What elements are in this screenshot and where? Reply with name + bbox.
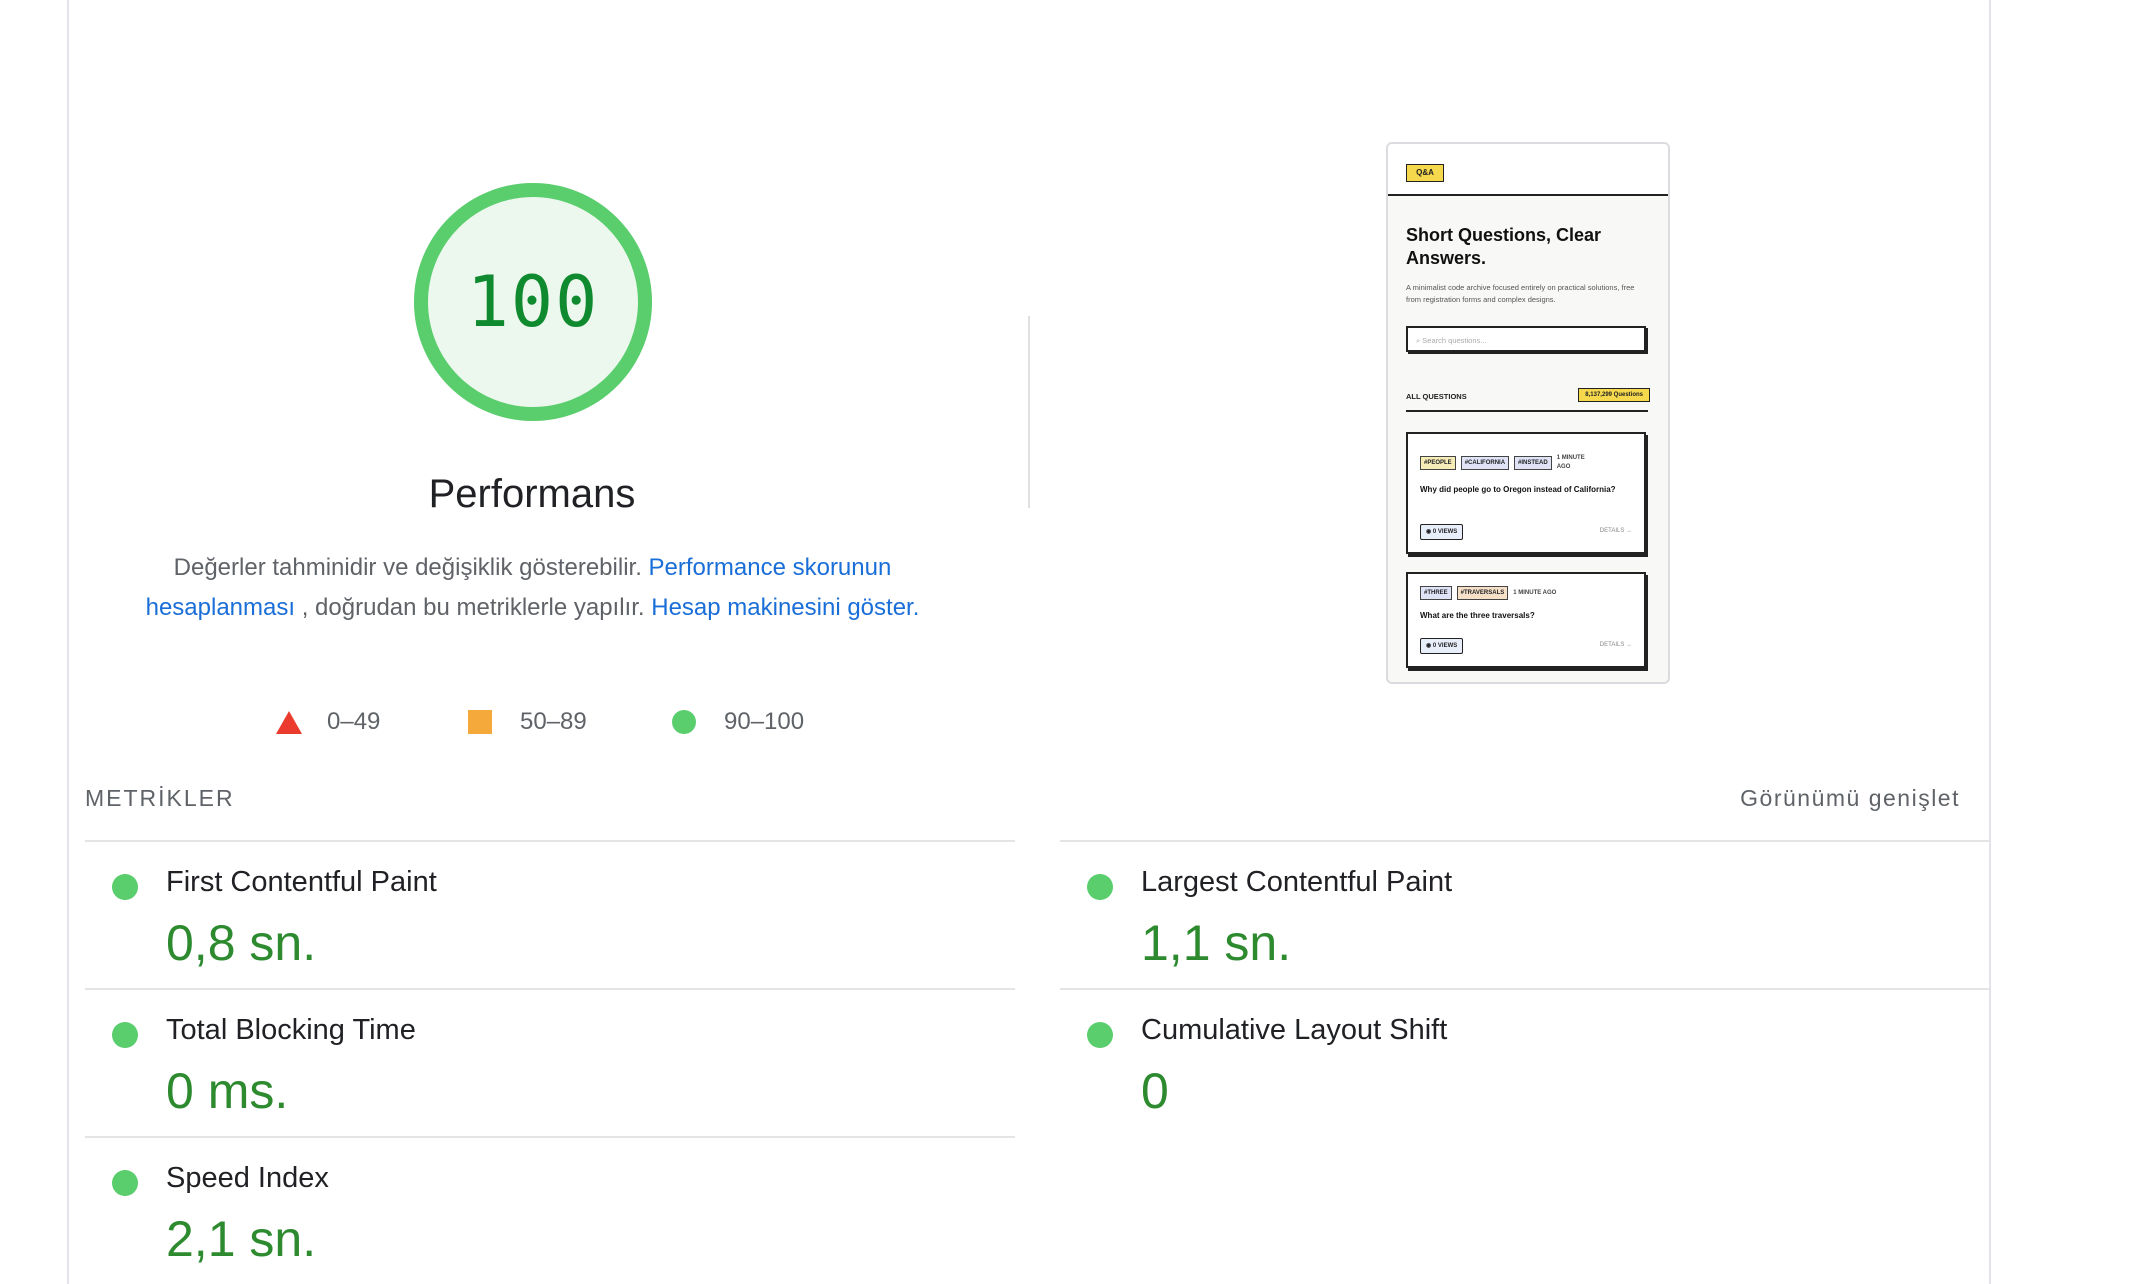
metric-title: Largest Contentful Paint — [1141, 866, 1453, 898]
thumb-time: 1 MINUTE AGO — [1513, 590, 1557, 596]
legend-range-pass: 90–100 — [724, 708, 805, 735]
metrics-header: METRİKLER — [85, 785, 235, 811]
metrics-divider — [85, 1136, 1015, 1138]
thumb-card: #THREE #TRAVERSALS 1 MINUTE AGO What are… — [1406, 572, 1646, 668]
eye-icon: ◉ — [1426, 643, 1433, 649]
performance-score-value: 100 — [466, 261, 600, 343]
metric-value: 0 ms. — [166, 1063, 289, 1119]
final-screenshot[interactable]: Q&A Short Questions, Clear Answers. A mi… — [1386, 142, 1670, 684]
thumb-header: Q&A — [1388, 144, 1668, 196]
score-description: Değerler tahminidir ve değişiklik göster… — [135, 548, 930, 628]
thumb-views-label: 0 VIEWS — [1432, 529, 1458, 535]
thumb-views-label: 0 VIEWS — [1432, 643, 1458, 649]
thumb-views: ◉ 0 VIEWS — [1420, 638, 1464, 654]
thumb-logo: Q&A — [1406, 164, 1444, 182]
thumb-time: 1 MINUTE AGO — [1556, 455, 1585, 470]
thumb-details: DETAILS → — [1599, 642, 1632, 648]
thumb-subtitle: A minimalist code archive focused entire… — [1406, 283, 1635, 304]
pass-circle-icon — [112, 874, 138, 900]
metrics-divider — [1060, 840, 1990, 842]
circle-icon — [672, 710, 696, 734]
description-text-2: , doğrudan bu metriklerle yapılır. — [301, 594, 645, 621]
eye-icon: ◉ — [1426, 529, 1433, 535]
category-title: Performans — [428, 472, 636, 516]
legend-item-average: 50–89 — [468, 708, 587, 736]
pass-circle-icon — [112, 1022, 138, 1048]
expand-view-button[interactable]: Görünümü genişlet — [1740, 785, 1960, 812]
metric-value: 0 — [1141, 1063, 1169, 1119]
metrics-divider — [85, 988, 1015, 990]
calculator-link[interactable]: Hesap makinesini göster. — [651, 594, 919, 621]
legend-range-fail: 0–49 — [327, 708, 381, 735]
frame-right-border — [1989, 0, 1991, 1284]
thumb-tag: #TRAVERSALS — [1456, 586, 1509, 600]
metrics-divider — [85, 840, 1015, 842]
metric-title: Total Blocking Time — [166, 1014, 416, 1046]
frame-left-border — [67, 0, 69, 1284]
thumb-question: What are the three traversals? — [1420, 611, 1535, 620]
triangle-icon — [276, 710, 302, 734]
metrics-divider — [1060, 988, 1990, 990]
thumb-card-tags: #PEOPLE #CALIFORNIA #INSTEAD 1 MINUTE AG… — [1420, 454, 1595, 472]
vertical-divider — [1028, 316, 1030, 508]
thumb-card: #PEOPLE #CALIFORNIA #INSTEAD 1 MINUTE AG… — [1406, 432, 1646, 554]
metric-value: 0,8 sn. — [166, 915, 317, 971]
score-legend: 0–49 50–89 90–100 — [0, 708, 1068, 742]
thumb-title: Short Questions, Clear Answers. — [1406, 225, 1602, 268]
description-text-1: Değerler tahminidir ve değişiklik göster… — [173, 554, 642, 581]
metric-value: 2,1 sn. — [166, 1211, 317, 1267]
pass-circle-icon — [1087, 1022, 1113, 1048]
thumb-tag: #INSTEAD — [1514, 456, 1552, 470]
thumb-tag: #PEOPLE — [1420, 456, 1456, 470]
metric-title: First Contentful Paint — [166, 866, 437, 898]
thumb-search-input: ⌕ Search questions... — [1406, 326, 1646, 352]
thumb-question: Why did people go to Oregon instead of C… — [1420, 485, 1616, 494]
thumb-views: ◉ 0 VIEWS — [1420, 524, 1464, 540]
metric-title: Cumulative Layout Shift — [1141, 1014, 1448, 1046]
performance-score-gauge[interactable]: 100 — [411, 180, 655, 424]
square-icon — [468, 710, 492, 734]
metric-title: Speed Index — [166, 1162, 329, 1194]
pass-circle-icon — [1087, 874, 1113, 900]
legend-item-pass: 90–100 — [672, 708, 804, 736]
thumb-all-questions: ALL QUESTIONS — [1406, 392, 1467, 401]
thumb-divider — [1406, 410, 1648, 412]
thumb-question-count: 8,137,299 Questions — [1578, 388, 1650, 402]
metric-value: 1,1 sn. — [1141, 915, 1292, 971]
legend-range-average: 50–89 — [520, 708, 587, 735]
thumb-card-tags: #THREE #TRAVERSALS 1 MINUTE AGO — [1420, 586, 1556, 600]
thumb-tag: #CALIFORNIA — [1460, 456, 1510, 470]
thumb-details: DETAILS → — [1599, 528, 1632, 534]
thumb-tag: #THREE — [1420, 586, 1452, 600]
pass-circle-icon — [112, 1170, 138, 1196]
thumb-search-placeholder: Search questions... — [1422, 336, 1487, 345]
legend-item-fail: 0–49 — [276, 708, 380, 736]
